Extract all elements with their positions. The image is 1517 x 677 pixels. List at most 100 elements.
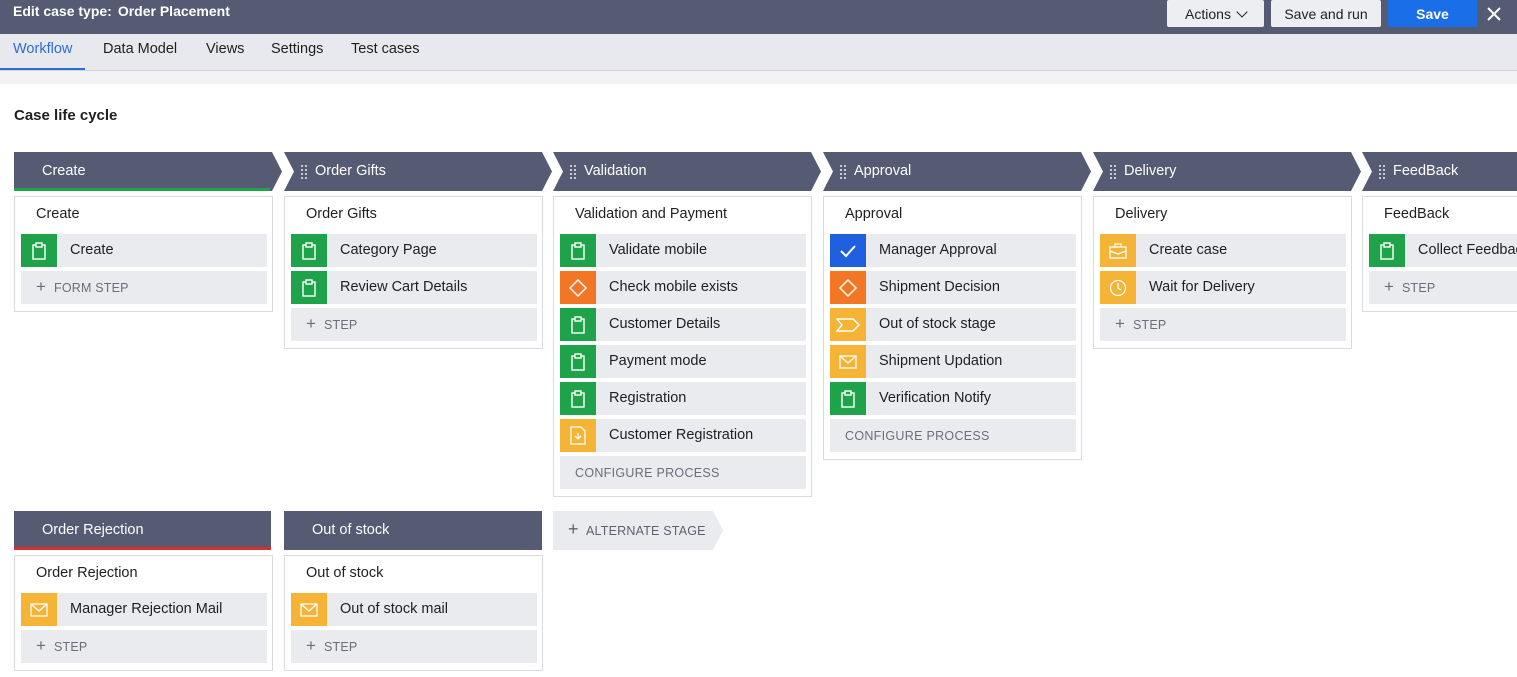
- drag-handle-icon[interactable]: [1110, 165, 1116, 179]
- step-validate-mobile[interactable]: Validate mobile: [560, 234, 806, 267]
- mail-icon: [830, 345, 866, 378]
- add-form-step-button[interactable]: + FORM STEP: [21, 271, 267, 304]
- step-out-of-stock-mail[interactable]: Out of stock mail: [291, 593, 537, 626]
- step-label: Payment mode: [609, 353, 707, 369]
- plus-icon: +: [568, 519, 579, 539]
- section-title: Case life cycle: [14, 107, 118, 124]
- process-name[interactable]: Out of stock: [306, 565, 383, 581]
- step-label: Out of stock mail: [340, 601, 448, 617]
- stage-header-out-of-stock[interactable]: Out of stock: [284, 511, 542, 550]
- tab-settings[interactable]: Settings: [271, 34, 323, 70]
- header-bar: Edit case type: Order Placement Actions S…: [0, 0, 1517, 34]
- add-step-button[interactable]: + STEP: [291, 630, 537, 663]
- clipboard-icon: [830, 382, 866, 415]
- save-button[interactable]: Save: [1388, 0, 1477, 27]
- stage-card-create: Create Create + FORM STEP: [14, 196, 273, 312]
- stage-card-feedback: FeedBack Collect Feedback + STEP: [1362, 196, 1517, 312]
- plus-icon: +: [1384, 277, 1394, 296]
- clipboard-icon: [560, 345, 596, 378]
- actions-button[interactable]: Actions: [1167, 0, 1264, 27]
- stage-name: Approval: [854, 163, 912, 179]
- step-label: Category Page: [340, 242, 437, 258]
- tab-test-cases[interactable]: Test cases: [351, 34, 420, 70]
- add-step-label: STEP: [1402, 281, 1436, 295]
- clipboard-icon: [560, 234, 596, 267]
- process-name[interactable]: Delivery: [1115, 206, 1167, 222]
- step-shipment-decision[interactable]: Shipment Decision: [830, 271, 1076, 304]
- stage-name: Order Rejection: [42, 522, 144, 538]
- add-step-label: STEP: [324, 318, 358, 332]
- step-label: Wait for Delivery: [1149, 279, 1255, 295]
- alternate-stage-label: ALTERNATE STAGE: [586, 524, 706, 538]
- add-step-button[interactable]: + STEP: [1369, 271, 1517, 304]
- step-category-page[interactable]: Category Page: [291, 234, 537, 267]
- configure-process-label: CONFIGURE PROCESS: [575, 466, 720, 480]
- plus-icon: +: [306, 636, 316, 655]
- add-step-button[interactable]: + STEP: [21, 630, 267, 663]
- close-icon[interactable]: [1484, 4, 1504, 24]
- step-registration[interactable]: Registration: [560, 382, 806, 415]
- tab-data-model[interactable]: Data Model: [103, 34, 177, 70]
- step-label: Collect Feedback: [1418, 242, 1517, 258]
- stage-header-order-rejection[interactable]: Order Rejection: [14, 511, 271, 550]
- step-create[interactable]: Create: [21, 234, 267, 267]
- plus-icon: +: [36, 636, 46, 655]
- stage-name: Delivery: [1124, 163, 1177, 179]
- step-label: Shipment Decision: [879, 279, 1000, 295]
- stage-header-order-gifts[interactable]: Order Gifts: [284, 152, 552, 191]
- step-manager-approval[interactable]: Manager Approval: [830, 234, 1076, 267]
- drag-handle-icon[interactable]: [1379, 165, 1385, 179]
- process-name[interactable]: FeedBack: [1384, 206, 1449, 222]
- clipboard-icon: [560, 308, 596, 341]
- stage-header-delivery[interactable]: Delivery: [1093, 152, 1361, 191]
- process-name[interactable]: Create: [36, 206, 80, 222]
- decision-diamond-icon: [560, 271, 596, 304]
- process-name[interactable]: Order Rejection: [36, 565, 138, 581]
- stage-header-approval[interactable]: Approval: [823, 152, 1091, 191]
- stage-header-validation[interactable]: Validation: [553, 152, 821, 191]
- step-payment-mode[interactable]: Payment mode: [560, 345, 806, 378]
- step-out-of-stock-stage[interactable]: Out of stock stage: [830, 308, 1076, 341]
- step-shipment-updation[interactable]: Shipment Updation: [830, 345, 1076, 378]
- process-name[interactable]: Order Gifts: [306, 206, 377, 222]
- configure-process-button[interactable]: CONFIGURE PROCESS: [830, 419, 1076, 452]
- title-prefix: Edit case type:: [13, 3, 112, 19]
- stage-header-create[interactable]: Create: [14, 152, 282, 191]
- decision-diamond-icon: [830, 271, 866, 304]
- step-verification-notify[interactable]: Verification Notify: [830, 382, 1076, 415]
- tab-bar: Workflow Data Model Views Settings Test …: [0, 34, 1517, 71]
- mail-icon: [21, 593, 57, 626]
- process-name[interactable]: Approval: [845, 206, 902, 222]
- stage-header-feedback[interactable]: FeedBack: [1362, 152, 1517, 191]
- plus-icon: +: [306, 314, 316, 333]
- chevron-down-icon: [1236, 5, 1248, 18]
- configure-process-button[interactable]: CONFIGURE PROCESS: [560, 456, 806, 489]
- add-step-button[interactable]: + STEP: [291, 308, 537, 341]
- step-manager-rejection-mail[interactable]: Manager Rejection Mail: [21, 593, 267, 626]
- stage-card-order-rejection: Order Rejection Manager Rejection Mail +…: [14, 555, 273, 671]
- drag-handle-icon[interactable]: [840, 165, 846, 179]
- change-stage-icon: [830, 308, 866, 341]
- step-create-case[interactable]: Create case: [1100, 234, 1346, 267]
- mail-icon: [291, 593, 327, 626]
- configure-process-label: CONFIGURE PROCESS: [845, 429, 990, 443]
- drag-handle-icon[interactable]: [570, 165, 576, 179]
- step-customer-details[interactable]: Customer Details: [560, 308, 806, 341]
- step-label: Manager Approval: [879, 242, 997, 258]
- file-download-icon: [560, 419, 596, 452]
- stage-card-delivery: Delivery Create case Wait for Delivery +…: [1093, 196, 1352, 349]
- step-check-mobile-exists[interactable]: Check mobile exists: [560, 271, 806, 304]
- add-alternate-stage-button[interactable]: + ALTERNATE STAGE: [553, 511, 723, 550]
- tab-workflow[interactable]: Workflow: [0, 34, 86, 70]
- drag-handle-icon[interactable]: [301, 165, 307, 179]
- step-label: Create case: [1149, 242, 1228, 258]
- step-label: Shipment Updation: [879, 353, 1003, 369]
- step-collect-feedback[interactable]: Collect Feedback: [1369, 234, 1517, 267]
- tab-views[interactable]: Views: [206, 34, 244, 70]
- process-name[interactable]: Validation and Payment: [575, 206, 727, 222]
- step-wait-for-delivery[interactable]: Wait for Delivery: [1100, 271, 1346, 304]
- step-customer-registration[interactable]: Customer Registration: [560, 419, 806, 452]
- save-and-run-button[interactable]: Save and run: [1271, 0, 1381, 27]
- step-review-cart-details[interactable]: Review Cart Details: [291, 271, 537, 304]
- add-step-button[interactable]: + STEP: [1100, 308, 1346, 341]
